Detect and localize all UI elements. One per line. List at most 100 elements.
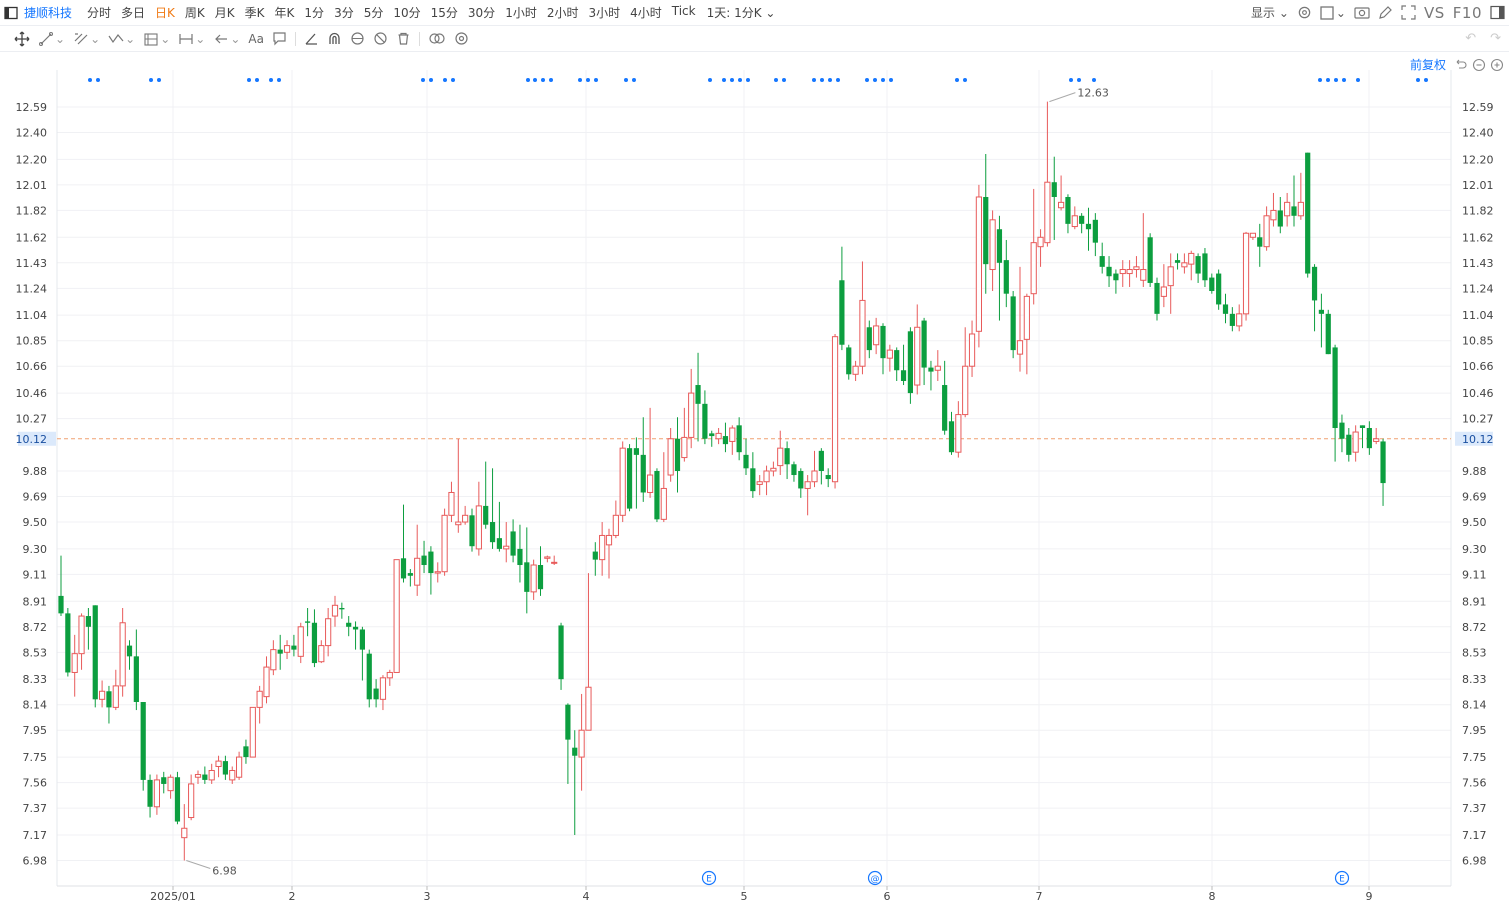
stock-name[interactable]: 捷顺科技: [24, 4, 72, 21]
period-tab[interactable]: 1小时: [505, 4, 537, 21]
adjust-mode-button[interactable]: 前复权: [1410, 56, 1446, 73]
candle-body: [1380, 441, 1386, 484]
lock-drawings-tool[interactable]: [350, 26, 365, 51]
low-annotation-line: [186, 860, 211, 869]
period-tab[interactable]: 15分: [431, 4, 458, 21]
angle-tool[interactable]: [304, 26, 319, 51]
candle-body: [167, 776, 174, 792]
candle-body: [626, 448, 633, 509]
display-menu[interactable]: 显示 ⌄: [1251, 4, 1289, 21]
candle-body: [736, 425, 742, 453]
compare-tool[interactable]: [428, 26, 446, 51]
reset-icon[interactable]: [1454, 58, 1468, 72]
candle-body: [709, 433, 715, 437]
camera-icon[interactable]: [1354, 5, 1370, 20]
candle-body: [777, 447, 784, 467]
candle-body: [983, 196, 989, 265]
wave-tool[interactable]: ⌄: [108, 26, 135, 51]
chart-settings-tool[interactable]: [454, 26, 469, 51]
fullscreen-icon[interactable]: [1401, 5, 1416, 20]
candle-body: [825, 475, 831, 480]
y-tick-label-right: 7.56: [1462, 777, 1487, 790]
event-dot-marker: [820, 78, 824, 82]
candle-body: [1359, 425, 1366, 429]
arrow-tool[interactable]: ⌄: [213, 26, 240, 51]
period-tab[interactable]: 季K: [245, 4, 265, 21]
event-dot-marker: [963, 78, 967, 82]
magnet-tool[interactable]: [327, 26, 342, 51]
zoom-out-icon[interactable]: [1472, 58, 1486, 72]
f10-button[interactable]: F10: [1453, 4, 1482, 22]
candle-body: [1071, 215, 1078, 228]
candle-body: [1147, 237, 1153, 283]
settings-icon[interactable]: [1297, 5, 1312, 20]
period-tab[interactable]: 30分: [468, 4, 495, 21]
period-tab[interactable]: 年K: [275, 4, 295, 21]
layout-menu[interactable]: ⌄: [1320, 6, 1346, 20]
measure-tool[interactable]: ⌄: [178, 26, 205, 51]
eye-off-icon: [374, 32, 387, 45]
candle-body: [106, 691, 112, 708]
candle-body: [188, 783, 195, 819]
candle-body: [503, 545, 510, 550]
period-tab[interactable]: 1分: [304, 4, 324, 21]
candle-body: [1099, 256, 1105, 267]
period-tab[interactable]: 分时: [87, 4, 111, 21]
text-tool[interactable]: Aa: [248, 26, 264, 51]
candle-body: [305, 621, 311, 623]
fib-tool[interactable]: ⌄: [143, 26, 170, 51]
y-tick-label-right: 11.43: [1462, 257, 1494, 270]
redo-button[interactable]: ↷: [1490, 31, 1501, 46]
period-tab[interactable]: 月K: [215, 4, 235, 21]
candle-body: [654, 470, 660, 520]
move-tool[interactable]: [14, 26, 30, 51]
event-dot-marker: [865, 78, 869, 82]
y-tick-label-left: 8.14: [23, 699, 48, 712]
sidebar-toggle-icon[interactable]: [1490, 5, 1505, 20]
event-dot-marker: [746, 78, 750, 82]
candle-body: [866, 327, 872, 351]
period-tab[interactable]: 周K: [185, 4, 205, 21]
period-tab[interactable]: 2小时: [547, 4, 579, 21]
high-price-label: 12.63: [1077, 87, 1109, 100]
period-tab[interactable]: 4小时: [630, 4, 662, 21]
candle-body: [1339, 422, 1345, 439]
period-tab[interactable]: 10分: [393, 4, 420, 21]
event-dot-marker: [1326, 78, 1330, 82]
period-tab[interactable]: 5分: [364, 4, 384, 21]
aggregation-select[interactable]: 1天: 1分K ⌄: [707, 4, 776, 21]
period-tab[interactable]: 3分: [334, 4, 354, 21]
vs-button[interactable]: VS: [1424, 4, 1445, 22]
compare-icon: [429, 33, 445, 44]
candle-body: [147, 779, 153, 807]
pen-icon[interactable]: [1378, 5, 1393, 20]
undo-button[interactable]: ↶: [1465, 31, 1476, 46]
event-dot-marker: [149, 78, 153, 82]
right-toolbar: 显示 ⌄ ⌄ VS F10: [1251, 0, 1505, 25]
period-tab[interactable]: Tick: [672, 4, 696, 21]
candle-body: [65, 613, 71, 673]
panel-toggle-icon[interactable]: [4, 6, 18, 20]
y-tick-label-right: 7.95: [1462, 724, 1487, 737]
y-tick-label-right: 11.62: [1462, 231, 1494, 244]
comment-tool[interactable]: [272, 26, 287, 51]
event-dot-marker: [255, 78, 259, 82]
candle-body: [346, 622, 352, 627]
period-tab[interactable]: 日K: [155, 4, 175, 21]
y-tick-label-right: 6.98: [1462, 855, 1487, 868]
candle-body: [544, 556, 551, 559]
delete-drawings-tool[interactable]: [396, 26, 411, 51]
zoom-in-icon[interactable]: [1490, 58, 1504, 72]
candle-body: [194, 774, 202, 778]
candle-body: [1058, 201, 1065, 209]
period-tab[interactable]: 3小时: [588, 4, 620, 21]
candle-body: [126, 645, 133, 657]
channel-tool[interactable]: ⌄: [73, 26, 100, 51]
candlestick-chart[interactable]: 12.59 12.59 12.40 12.40 12.20 12.20 12.01 12.01…: [0, 0, 1509, 909]
candle-body: [1119, 269, 1126, 275]
event-badge: [701, 870, 717, 886]
candle-body: [592, 551, 598, 560]
line-tool[interactable]: ⌄: [38, 26, 65, 51]
period-tab[interactable]: 多日: [121, 4, 145, 21]
hide-drawings-tool[interactable]: [373, 26, 388, 51]
